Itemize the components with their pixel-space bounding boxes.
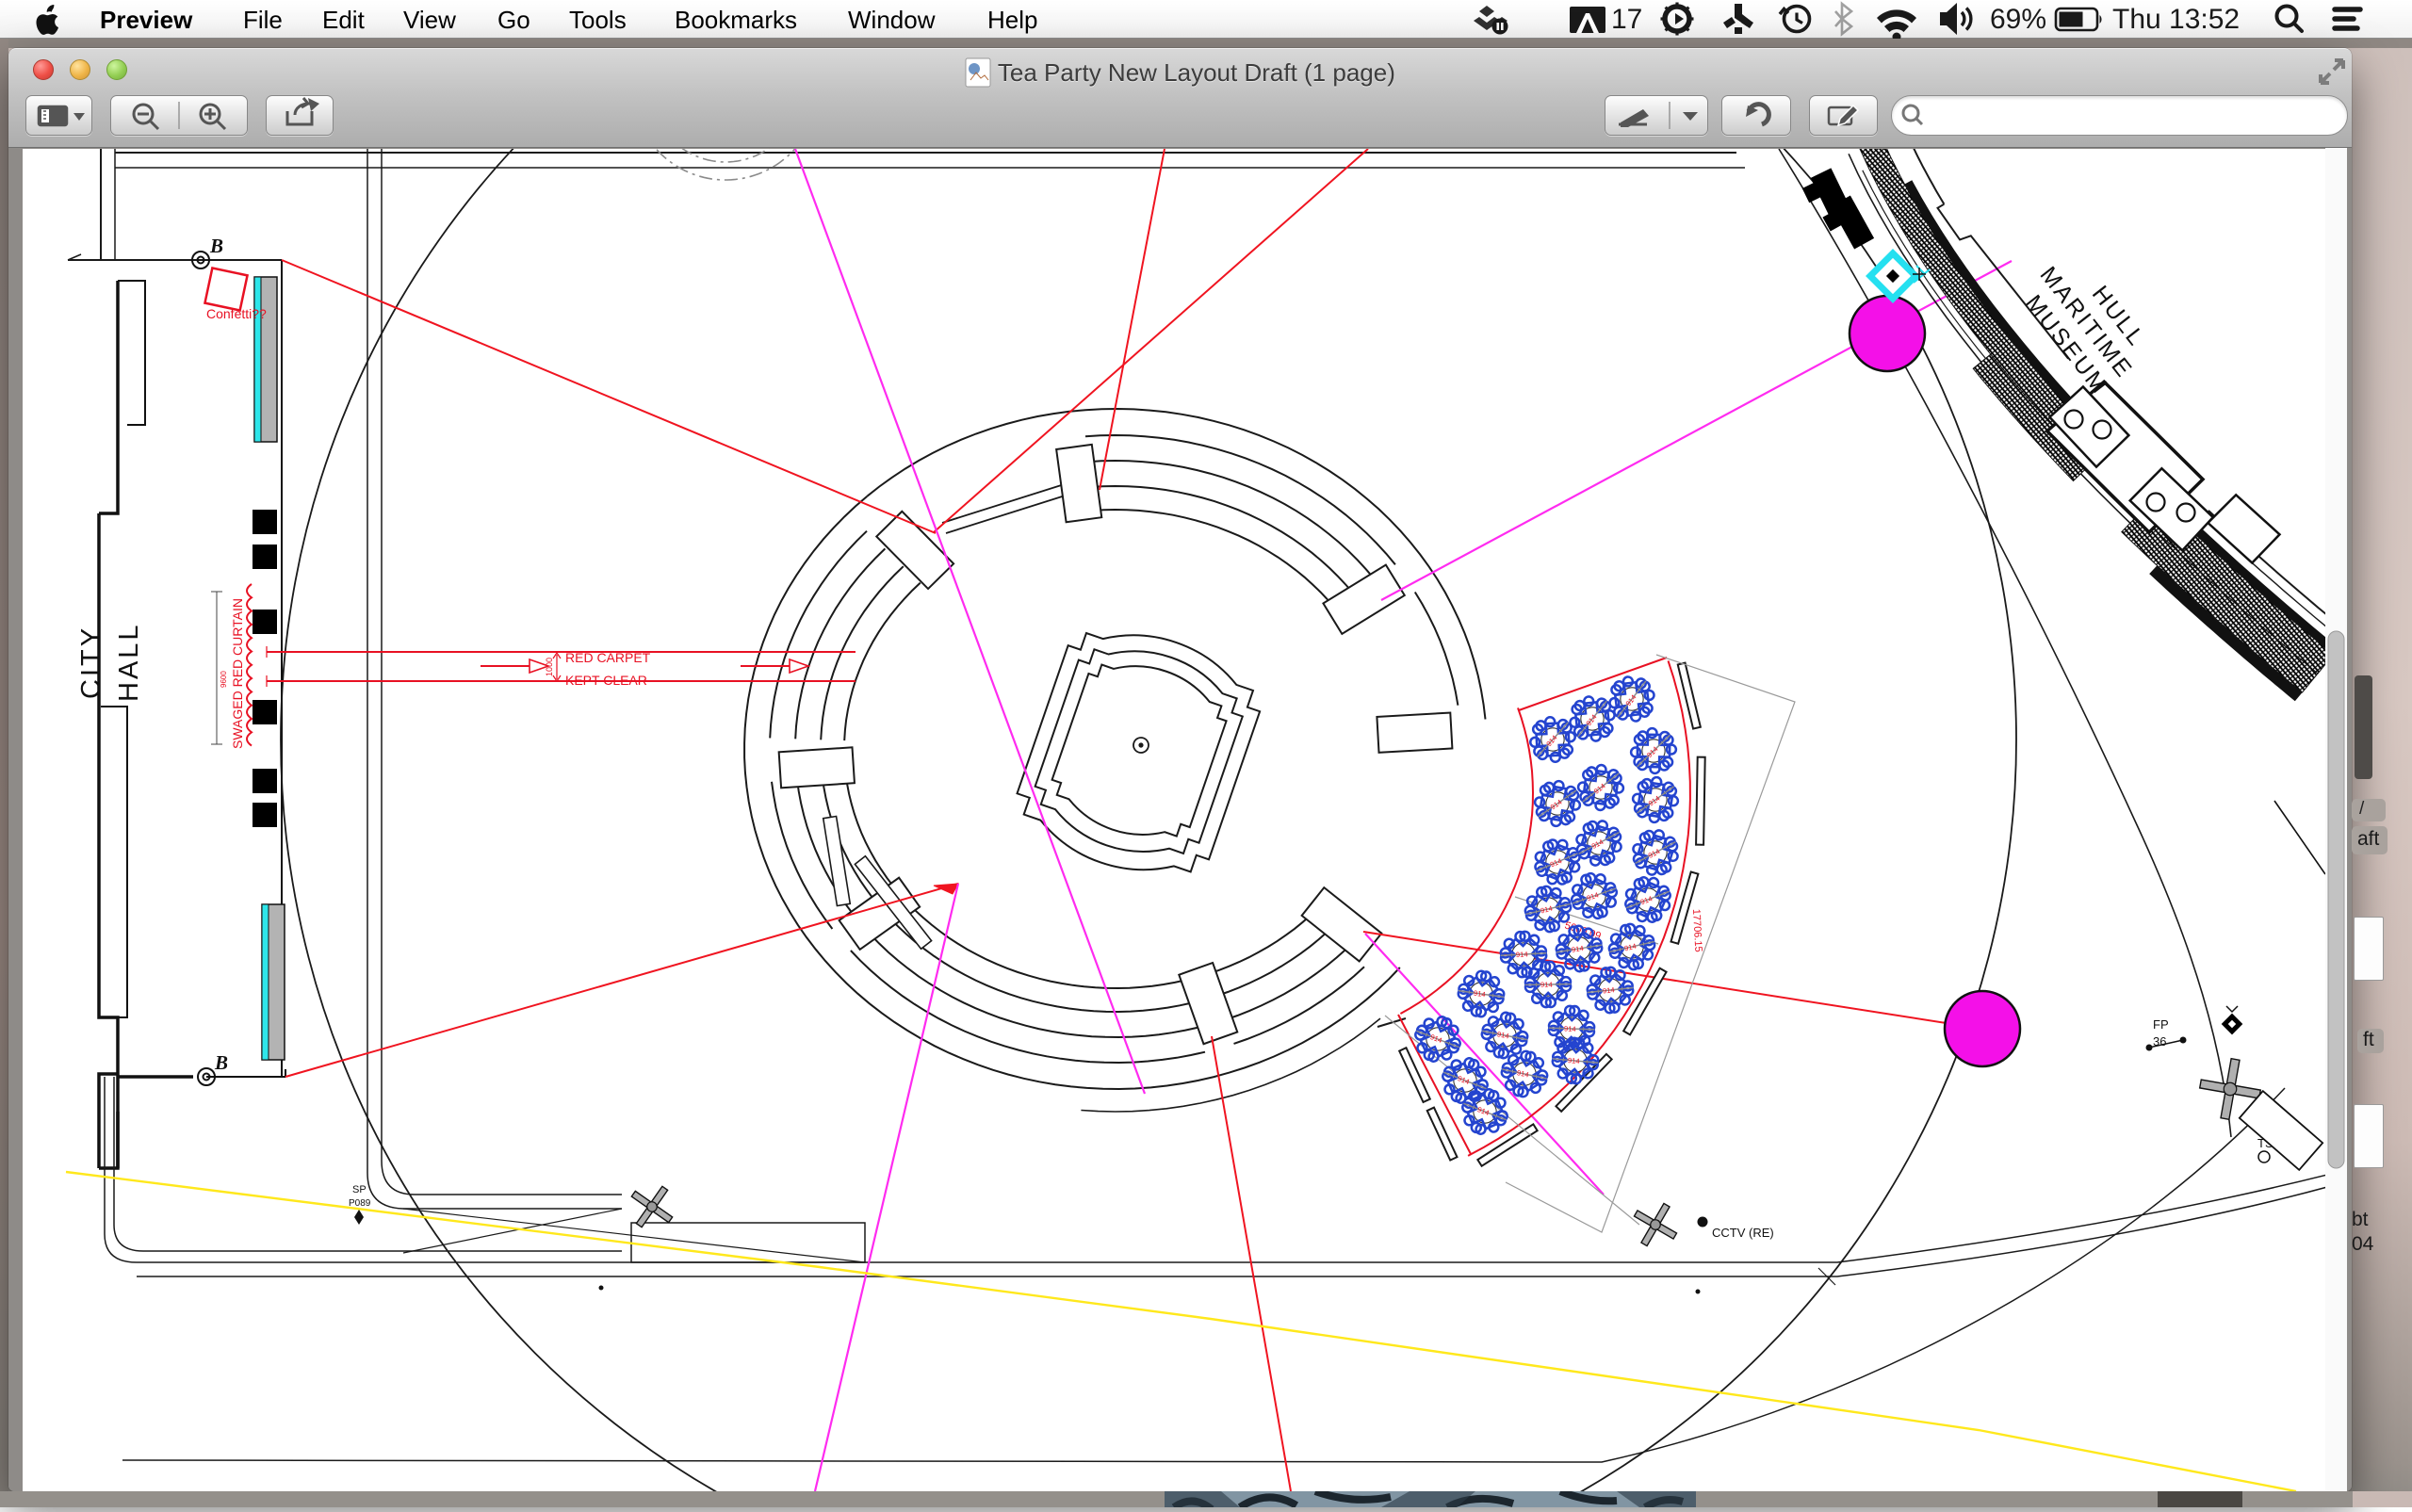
svg-text:17706.15: 17706.15	[1690, 909, 1703, 952]
svg-text:HALL: HALL	[114, 622, 144, 702]
svg-text:CCTV (RE): CCTV (RE)	[1712, 1226, 1774, 1240]
svg-text:9600: 9600	[220, 671, 228, 688]
svg-text:B: B	[214, 1051, 228, 1074]
svg-text:CITY: CITY	[76, 626, 106, 699]
svg-text:1000: 1000	[545, 658, 554, 676]
svg-text:KEPT CLEAR: KEPT CLEAR	[565, 673, 647, 688]
svg-text:SP: SP	[352, 1184, 367, 1195]
svg-text:B: B	[209, 235, 223, 257]
svg-text:P089: P089	[349, 1198, 371, 1209]
svg-text:SWAGED RED CURTAIN: SWAGED RED CURTAIN	[230, 598, 245, 749]
svg-text:RED CARPET: RED CARPET	[565, 650, 651, 665]
svg-text:69%: 69%	[1990, 4, 2046, 35]
svg-text:Confetti??: Confetti??	[206, 306, 267, 321]
svg-text:Thu 13:52: Thu 13:52	[2112, 4, 2240, 35]
svg-text:17: 17	[1611, 4, 1642, 35]
svg-text:FP: FP	[2153, 1017, 2169, 1032]
